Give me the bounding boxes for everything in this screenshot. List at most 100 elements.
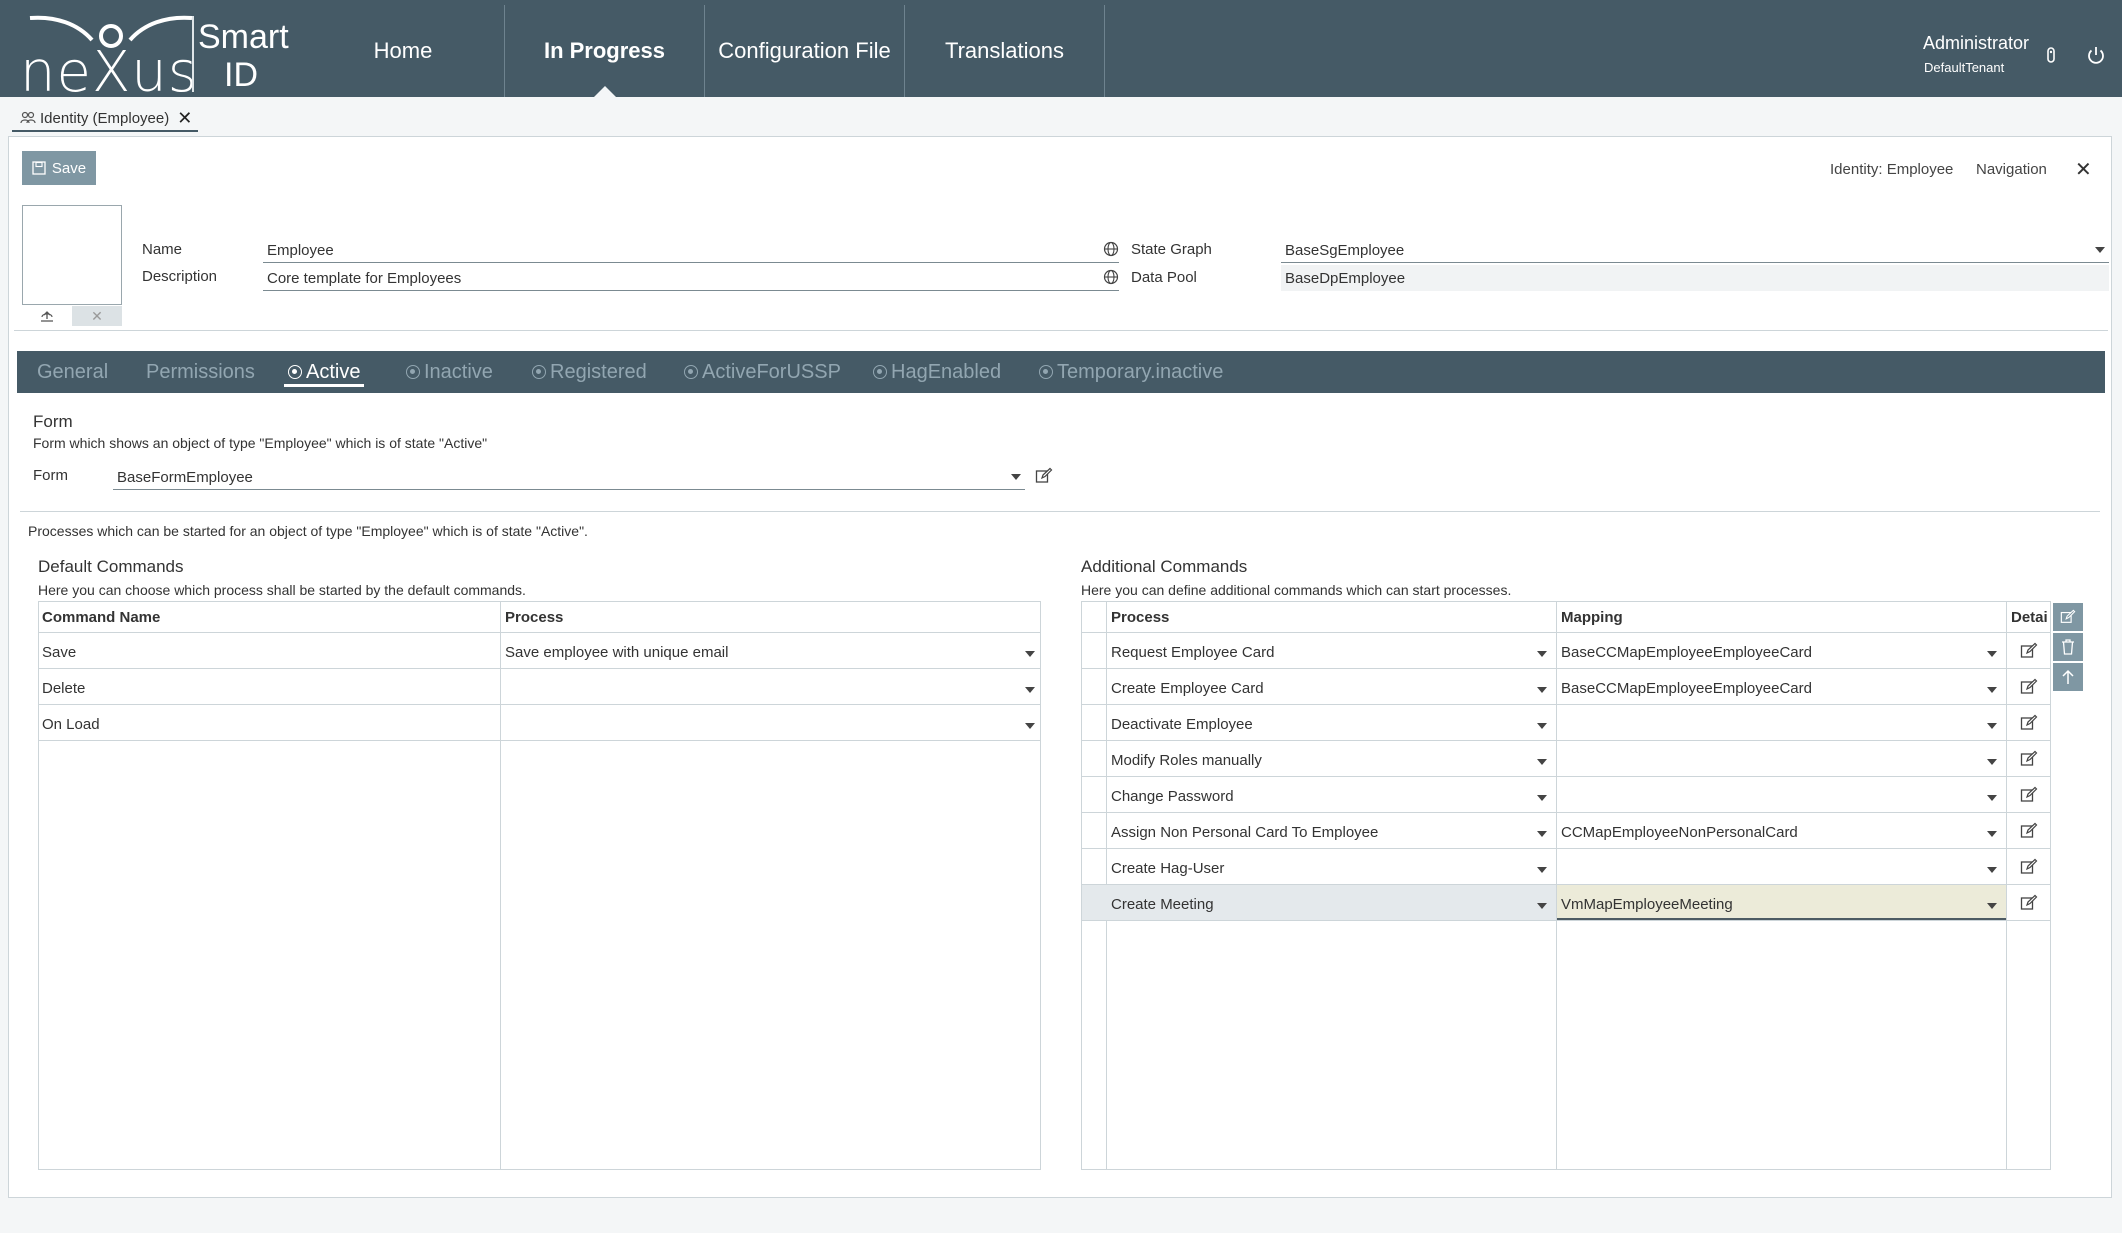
row-divider bbox=[1082, 920, 2050, 921]
delete-row-button[interactable] bbox=[2053, 633, 2083, 661]
chevron-down-icon bbox=[1537, 723, 1547, 729]
trash-icon bbox=[2062, 639, 2074, 655]
save-button[interactable]: Save bbox=[22, 151, 96, 185]
power-icon[interactable] bbox=[2085, 44, 2107, 66]
move-row-up-button[interactable] bbox=[2053, 663, 2083, 691]
additional-process-value: Assign Non Personal Card To Employee bbox=[1111, 824, 1379, 841]
edit-detail-icon[interactable] bbox=[2020, 678, 2038, 696]
data-pool-field: BaseDpEmployee bbox=[1281, 265, 2109, 291]
tab-temporary-inactive[interactable]: Temporary.inactive bbox=[1039, 351, 1223, 393]
additional-process-value: Create Hag-User bbox=[1111, 860, 1225, 877]
edit-detail-icon[interactable] bbox=[2020, 894, 2038, 912]
column-header-detail[interactable]: Detai bbox=[2011, 609, 2048, 626]
edit-detail-icon[interactable] bbox=[2020, 858, 2038, 876]
edit-form-icon[interactable] bbox=[1035, 467, 1053, 485]
navigation-link[interactable]: Navigation bbox=[1976, 161, 2047, 178]
processes-description: Processes which can be started for an ob… bbox=[28, 523, 588, 539]
user-name[interactable]: Administrator bbox=[1923, 33, 2029, 54]
mapping-select[interactable]: BaseCCMapEmployeeEmployeeCard bbox=[1561, 680, 2001, 704]
edit-detail-icon[interactable] bbox=[2020, 822, 2038, 840]
tab-activeforussp-label: ActiveForUSSP bbox=[702, 360, 841, 383]
nav-home[interactable]: Home bbox=[303, 5, 503, 97]
mapping-select[interactable]: CCMapEmployeeNonPersonalCard bbox=[1561, 824, 2001, 848]
mapping-select[interactable]: BaseCCMapEmployeeEmployeeCard bbox=[1561, 644, 2001, 668]
chevron-down-icon bbox=[1987, 903, 1997, 909]
chevron-down-icon bbox=[1537, 831, 1547, 837]
description-field[interactable]: Core template for Employees bbox=[263, 265, 1119, 291]
chevron-down-icon bbox=[1537, 651, 1547, 657]
remove-image-icon[interactable]: ✕ bbox=[72, 306, 122, 326]
tab-hagenabled-label: HagEnabled bbox=[891, 360, 1002, 383]
edit-detail-icon[interactable] bbox=[2020, 786, 2038, 804]
nav-configuration-file[interactable]: Configuration File bbox=[704, 5, 904, 97]
column-header-mapping[interactable]: Mapping bbox=[1561, 609, 1623, 626]
mapping-select[interactable] bbox=[1561, 788, 2001, 812]
close-tab-icon[interactable]: ✕ bbox=[177, 108, 192, 129]
globe-translate-icon[interactable] bbox=[1103, 269, 1119, 285]
tab-hagenabled[interactable]: HagEnabled bbox=[873, 351, 1001, 393]
additional-process-select[interactable]: Modify Roles manually bbox=[1111, 752, 1551, 776]
additional-process-select[interactable]: Create Meeting bbox=[1111, 896, 1551, 920]
divider bbox=[14, 330, 2108, 331]
state-graph-select[interactable]: BaseSgEmployee bbox=[1281, 237, 2109, 263]
form-select[interactable]: BaseFormEmployee bbox=[113, 464, 1025, 490]
tab-permissions[interactable]: Permissions bbox=[146, 351, 255, 393]
mapping-select[interactable] bbox=[1561, 860, 2001, 884]
additional-commands-title: Additional Commands bbox=[1081, 557, 1248, 576]
additional-commands-description: Here you can define additional commands … bbox=[1081, 582, 1512, 598]
row-divider bbox=[39, 668, 1040, 669]
row-divider bbox=[39, 704, 1040, 705]
nexus-smart-id-logo[interactable]: neXus Smart ID bbox=[18, 14, 289, 105]
row-divider bbox=[1082, 740, 2050, 741]
edit-detail-icon[interactable] bbox=[2020, 714, 2038, 732]
process-select-on-load[interactable] bbox=[505, 716, 1039, 740]
mapping-value: BaseCCMapEmployeeEmployeeCard bbox=[1561, 644, 1812, 661]
identity-employee-link[interactable]: Identity: Employee bbox=[1830, 161, 1953, 178]
process-select-save[interactable]: Save employee with unique email bbox=[505, 644, 1039, 668]
tab-registered[interactable]: Registered bbox=[532, 351, 647, 393]
column-header-command-name[interactable]: Command Name bbox=[42, 609, 160, 626]
mapping-select[interactable] bbox=[1561, 716, 2001, 740]
name-field[interactable]: Employee bbox=[263, 237, 1119, 263]
edit-row-button[interactable] bbox=[2053, 603, 2083, 631]
form-section-title: Form bbox=[33, 412, 73, 431]
process-select-delete[interactable] bbox=[505, 680, 1039, 704]
tab-inactive[interactable]: Inactive bbox=[406, 351, 493, 393]
chevron-down-icon bbox=[1987, 831, 1997, 837]
name-value: Employee bbox=[267, 242, 334, 259]
edit-detail-icon[interactable] bbox=[2020, 642, 2038, 660]
tab-active-label: Active bbox=[306, 360, 361, 383]
column-header-process[interactable]: Process bbox=[1111, 609, 1169, 626]
info-icon[interactable] bbox=[2040, 44, 2062, 66]
nav-translations[interactable]: Translations bbox=[904, 5, 1105, 97]
nav-in-progress[interactable]: In Progress bbox=[504, 5, 704, 97]
mapping-select[interactable] bbox=[1561, 752, 2001, 776]
document-tab-identity-employee[interactable]: Identity (Employee) ✕ bbox=[12, 106, 198, 132]
logo-product-id: ID bbox=[224, 56, 258, 94]
top-navigation-bar: neXus Smart ID Home In Progress Configur… bbox=[0, 0, 2122, 105]
additional-process-select[interactable]: Deactivate Employee bbox=[1111, 716, 1551, 740]
edit-icon bbox=[2060, 609, 2076, 623]
chevron-down-icon bbox=[1987, 867, 1997, 873]
additional-process-select[interactable]: Assign Non Personal Card To Employee bbox=[1111, 824, 1551, 848]
active-nav-caret bbox=[593, 86, 616, 97]
description-value: Core template for Employees bbox=[267, 270, 462, 287]
identity-editor-panel: Save Identity: Employee Navigation ✕ ✕ N… bbox=[8, 136, 2112, 1198]
upload-image-icon[interactable] bbox=[22, 306, 72, 326]
mapping-select[interactable]: VmMapEmployeeMeeting bbox=[1561, 896, 2001, 920]
additional-process-value: Create Meeting bbox=[1111, 896, 1214, 913]
column-divider bbox=[500, 602, 501, 1169]
additional-process-select[interactable]: Change Password bbox=[1111, 788, 1551, 812]
column-header-process[interactable]: Process bbox=[505, 609, 563, 626]
tab-general[interactable]: General bbox=[37, 351, 108, 393]
tab-active[interactable]: Active bbox=[284, 351, 365, 393]
globe-translate-icon[interactable] bbox=[1103, 241, 1119, 257]
additional-process-select[interactable]: Request Employee Card bbox=[1111, 644, 1551, 668]
chevron-down-icon bbox=[1987, 759, 1997, 765]
additional-process-value: Deactivate Employee bbox=[1111, 716, 1253, 733]
close-panel-icon[interactable]: ✕ bbox=[2075, 157, 2092, 182]
tab-activeforussp[interactable]: ActiveForUSSP bbox=[684, 351, 841, 393]
additional-process-select[interactable]: Create Hag-User bbox=[1111, 860, 1551, 884]
additional-process-select[interactable]: Create Employee Card bbox=[1111, 680, 1551, 704]
edit-detail-icon[interactable] bbox=[2020, 750, 2038, 768]
